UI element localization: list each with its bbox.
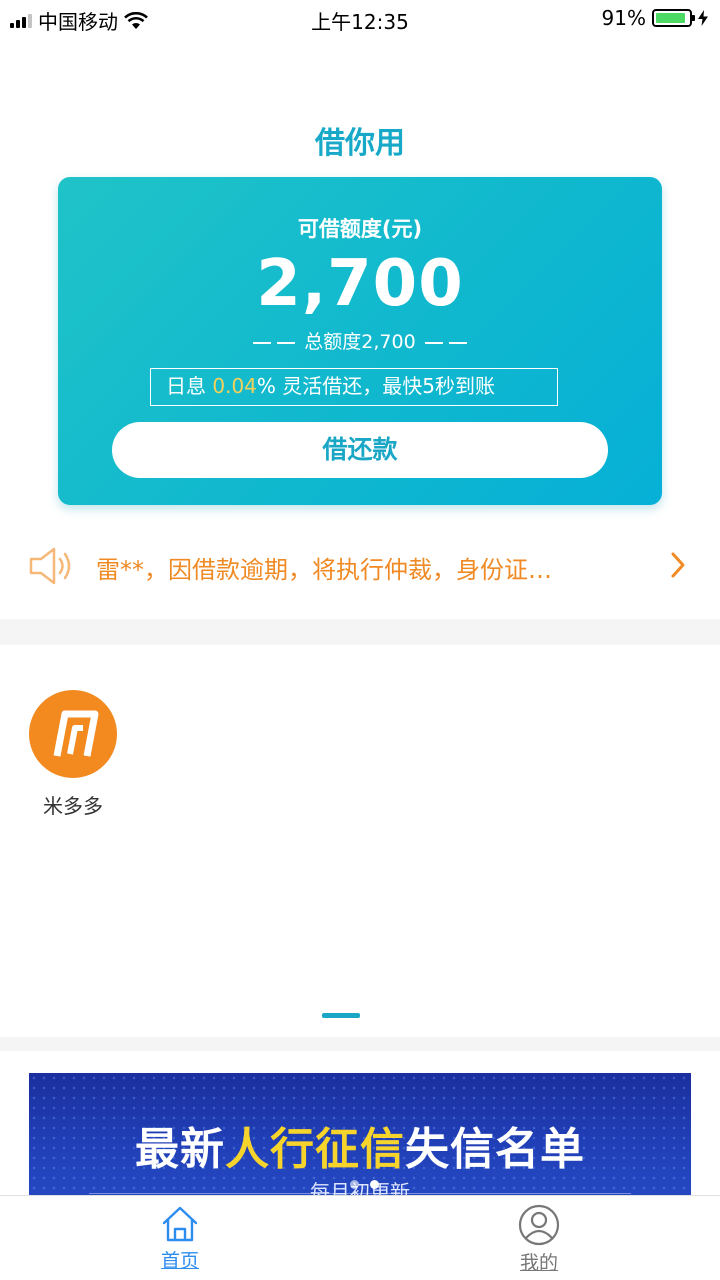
rate-prefix: 日息 <box>166 374 213 398</box>
midoudou-logo-icon <box>29 690 117 778</box>
chevron-right-icon[interactable] <box>668 550 688 580</box>
tab-home-label: 首页 <box>160 1250 199 1272</box>
tab-mine[interactable]: 我的 <box>499 1204 579 1275</box>
credit-card: 可借额度(元) 2,700 总额度2,700 日息 0.04% 灵活借还，最快5… <box>58 177 662 505</box>
tab-mine-label: 我的 <box>519 1252 558 1274</box>
credit-limit-label: 可借额度(元) <box>297 217 423 241</box>
banner-dot-active[interactable] <box>370 1180 379 1189</box>
daily-rate: 0.04 <box>212 374 257 398</box>
credit-amount: 2,700 <box>256 247 464 321</box>
total-limit: 总额度2,700 <box>58 327 662 354</box>
page-title: 借你用 <box>315 126 405 161</box>
app-label: 米多多 <box>43 794 103 818</box>
tab-bar: 首页 我的 <box>0 1195 720 1280</box>
section-divider <box>0 619 720 645</box>
app-item-midoudou[interactable]: 米多多 <box>28 690 118 819</box>
banner-dot[interactable] <box>350 1180 359 1189</box>
battery-fill <box>656 13 686 23</box>
notice-bar[interactable]: 雷**，因借款逾期，将执行仲裁，身份证… <box>0 540 720 592</box>
promo-banner[interactable]: 最新人行征信失信名单 每月初更新 <box>29 1073 691 1198</box>
user-icon <box>518 1204 560 1246</box>
status-right: 91% <box>602 6 708 30</box>
page-indicator <box>322 1013 360 1018</box>
rate-info-box: 日息 0.04% 灵活借还，最快5秒到账 <box>150 368 558 406</box>
battery-icon <box>652 9 695 27</box>
charging-icon <box>698 10 708 26</box>
section-divider <box>0 1037 720 1051</box>
speaker-icon <box>29 547 71 585</box>
screen: 中国移动 上午12:35 91% 借你用 可借额度(元) 2,700 总额度2,… <box>0 0 720 1280</box>
banner-title-highlight: 人行征信 <box>225 1124 405 1175</box>
borrow-repay-button[interactable]: 借还款 <box>112 422 608 478</box>
rate-suffix: % 灵活借还，最快5秒到账 <box>256 374 495 398</box>
battery-percent: 91% <box>601 6 646 30</box>
total-limit-text: 总额度2,700 <box>304 331 416 353</box>
notice-text: 雷**，因借款逾期，将执行仲裁，身份证… <box>96 556 552 584</box>
status-bar: 中国移动 上午12:35 91% <box>0 0 720 40</box>
banner-title-part2: 失信名单 <box>405 1124 585 1175</box>
banner-title: 最新人行征信失信名单 <box>29 1113 691 1177</box>
banner-title-part1: 最新 <box>135 1124 225 1175</box>
tab-home[interactable]: 首页 <box>140 1204 220 1273</box>
home-icon <box>162 1206 198 1242</box>
